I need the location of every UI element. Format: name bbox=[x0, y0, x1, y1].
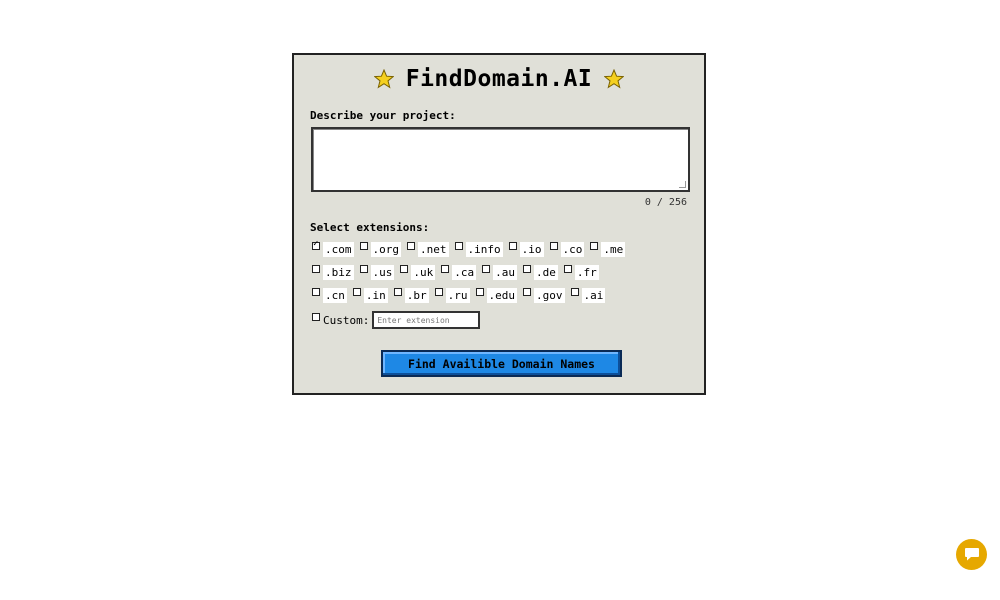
extension-label: .cn bbox=[323, 287, 347, 303]
extension-option[interactable]: .br bbox=[393, 287, 429, 303]
extension-option[interactable]: .org bbox=[359, 241, 401, 257]
extension-checkbox[interactable] bbox=[570, 288, 579, 296]
extension-option[interactable]: .com bbox=[312, 239, 354, 257]
extension-option[interactable]: .edu bbox=[475, 287, 517, 303]
extension-option[interactable]: .ai bbox=[570, 287, 606, 303]
project-label: Describe your project: bbox=[310, 109, 456, 122]
extension-option[interactable]: .biz bbox=[312, 264, 354, 280]
extension-checkbox[interactable] bbox=[359, 265, 368, 273]
extension-label: .ca bbox=[452, 264, 477, 280]
extension-option[interactable]: .uk bbox=[400, 264, 436, 280]
extension-label: .net bbox=[418, 241, 449, 257]
extension-label: .gov bbox=[534, 287, 565, 303]
chat-button[interactable] bbox=[956, 539, 987, 570]
character-counter: 0 / 256 bbox=[644, 197, 687, 208]
chat-bubble-icon bbox=[964, 548, 979, 561]
extension-checkbox[interactable] bbox=[352, 288, 361, 296]
extension-label: .au bbox=[493, 264, 517, 280]
extension-option[interactable]: .ca bbox=[441, 264, 477, 280]
extension-checkbox[interactable] bbox=[563, 265, 572, 273]
extension-option[interactable]: .de bbox=[523, 264, 558, 280]
extension-option[interactable]: .me bbox=[590, 241, 626, 257]
extension-checkbox[interactable] bbox=[359, 242, 368, 250]
title-bar: FindDomain.AI bbox=[294, 66, 704, 92]
extension-option[interactable]: .cn bbox=[312, 287, 347, 303]
extension-option[interactable]: .io bbox=[508, 241, 544, 257]
extension-option[interactable]: .ru bbox=[434, 287, 470, 303]
extension-checkbox[interactable] bbox=[549, 242, 558, 250]
star-icon bbox=[373, 69, 394, 89]
extension-checkbox[interactable] bbox=[523, 265, 531, 273]
extension-label: .de bbox=[534, 264, 558, 280]
extension-checkbox[interactable] bbox=[590, 242, 599, 250]
extension-checkbox[interactable] bbox=[312, 265, 320, 273]
custom-extension-input[interactable] bbox=[372, 311, 481, 329]
custom-label: Custom: bbox=[323, 313, 370, 327]
custom-extension-row: Custom: bbox=[312, 311, 481, 329]
extension-checkbox[interactable] bbox=[434, 288, 443, 296]
extension-label: .me bbox=[601, 241, 626, 257]
extension-label: .fr bbox=[574, 264, 599, 280]
project-description-input[interactable] bbox=[313, 129, 688, 190]
extension-checkbox[interactable] bbox=[482, 265, 491, 273]
extension-checkbox[interactable] bbox=[312, 239, 320, 250]
find-domains-button[interactable]: Find Availible Domain Names bbox=[381, 350, 622, 377]
extension-label: .org bbox=[370, 241, 401, 257]
extension-checkbox[interactable] bbox=[454, 242, 463, 250]
extension-label: .edu bbox=[486, 287, 517, 303]
extension-row: .cn .in .br .ru .edu .gov .ai bbox=[312, 287, 611, 303]
extension-option[interactable]: .gov bbox=[523, 287, 565, 303]
extension-checkbox[interactable] bbox=[508, 242, 517, 250]
star-icon bbox=[604, 69, 625, 89]
extension-option[interactable]: .info bbox=[454, 241, 503, 257]
page-title: FindDomain.AI bbox=[405, 66, 593, 92]
extension-option[interactable]: .us bbox=[359, 264, 395, 280]
extension-checkbox[interactable] bbox=[400, 265, 409, 273]
resize-handle-icon[interactable] bbox=[679, 181, 686, 188]
extension-label: .info bbox=[465, 241, 503, 257]
extension-label: .co bbox=[560, 241, 585, 257]
extension-option[interactable]: .au bbox=[482, 264, 517, 280]
extension-label: .io bbox=[519, 241, 544, 257]
custom-checkbox[interactable] bbox=[312, 313, 320, 321]
extension-label: .com bbox=[323, 241, 354, 257]
extension-label: .uk bbox=[411, 264, 436, 280]
extension-option[interactable]: .in bbox=[352, 287, 388, 303]
extension-checkbox[interactable] bbox=[441, 265, 450, 273]
extension-row: .com .org .net .info .io .co .me bbox=[312, 239, 631, 257]
extensions-label: Select extensions: bbox=[310, 221, 430, 234]
extension-label: .ai bbox=[581, 287, 606, 303]
extension-option[interactable]: .co bbox=[549, 241, 585, 257]
extension-checkbox[interactable] bbox=[393, 288, 402, 296]
extension-checkbox[interactable] bbox=[523, 288, 531, 296]
domain-finder-card: FindDomain.AI Describe your project: 0 /… bbox=[292, 53, 706, 395]
extension-label: .biz bbox=[323, 264, 354, 280]
extension-label: .ru bbox=[445, 287, 470, 303]
extension-checkbox[interactable] bbox=[475, 288, 484, 296]
extension-option[interactable]: .net bbox=[407, 241, 449, 257]
extension-row: .biz .us .uk .ca .au .de .fr bbox=[312, 264, 605, 280]
extension-checkbox[interactable] bbox=[312, 288, 320, 296]
project-textarea-frame bbox=[311, 127, 690, 192]
extension-label: .br bbox=[404, 287, 429, 303]
extension-option[interactable]: .fr bbox=[563, 264, 599, 280]
extension-checkbox[interactable] bbox=[407, 242, 415, 250]
extension-label: .us bbox=[370, 264, 395, 280]
extension-label: .in bbox=[363, 287, 388, 303]
